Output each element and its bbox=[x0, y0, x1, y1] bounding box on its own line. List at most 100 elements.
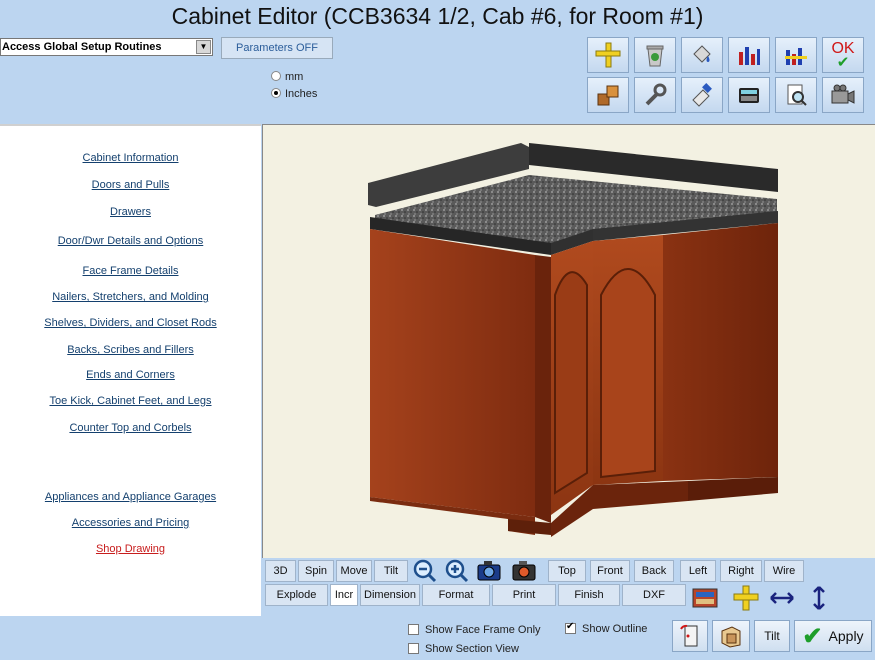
view-wire-button[interactable]: Wire bbox=[764, 560, 804, 582]
chart-settings-icon bbox=[785, 48, 807, 65]
view-front-button[interactable]: Front bbox=[590, 560, 630, 582]
sidebar-item-door-drawer-details[interactable]: Door/Dwr Details and Options bbox=[0, 235, 261, 247]
sidebar-item-counter-top[interactable]: Counter Top and Corbels bbox=[0, 422, 261, 434]
render-snapshot-button[interactable] bbox=[508, 556, 540, 586]
view-top-button[interactable]: Top bbox=[548, 560, 586, 582]
cabinet-view-button[interactable] bbox=[712, 620, 750, 652]
horizontal-arrows-icon bbox=[770, 592, 794, 604]
dxf-button[interactable]: DXF bbox=[622, 584, 686, 606]
wrench-button[interactable] bbox=[634, 77, 676, 113]
view-3d-button[interactable]: 3D bbox=[265, 560, 296, 582]
apply-label: Apply bbox=[828, 628, 864, 644]
print-preview-button[interactable] bbox=[775, 77, 817, 113]
print-button[interactable]: Print bbox=[492, 584, 556, 606]
paint-button[interactable] bbox=[681, 77, 723, 113]
parameters-button[interactable]: Parameters OFF bbox=[221, 37, 333, 59]
calculator-button[interactable] bbox=[728, 77, 770, 113]
sidebar-item-appliances[interactable]: Appliances and Appliance Garages bbox=[0, 491, 261, 503]
show-outline-checkbox[interactable] bbox=[565, 621, 576, 634]
height-button[interactable] bbox=[803, 583, 835, 613]
view-tilt-button[interactable]: Tilt bbox=[374, 560, 408, 582]
green-check-icon: ✔ bbox=[836, 54, 850, 71]
window-title: Cabinet Editor (CCB3634 1/2, Cab #6, for… bbox=[171, 3, 704, 29]
radio-mm-label: mm bbox=[285, 71, 304, 83]
sidebar-item-backs[interactable]: Backs, Scribes and Fillers bbox=[0, 344, 261, 356]
measure-button[interactable] bbox=[730, 583, 762, 613]
paint-bucket-icon bbox=[693, 45, 711, 63]
sidebar: Cabinet Information Doors and Pulls Draw… bbox=[0, 124, 261, 616]
paint-icon bbox=[692, 83, 712, 107]
view-move-button[interactable]: Move bbox=[336, 560, 372, 582]
camera-button[interactable] bbox=[822, 77, 864, 113]
global-setup-select[interactable]: Access Global Setup Routines ▼ bbox=[0, 38, 213, 56]
show-face-frame-only-option[interactable]: Show Face Frame Only bbox=[408, 624, 541, 636]
print-preview-icon bbox=[787, 84, 807, 106]
radio-mm[interactable]: mm bbox=[271, 71, 303, 83]
sidebar-item-face-frame-details[interactable]: Face Frame Details bbox=[0, 265, 261, 277]
sidebar-item-shop-drawing[interactable]: Shop Drawing bbox=[0, 543, 261, 555]
sidebar-item-shelves[interactable]: Shelves, Dividers, and Closet Rods bbox=[0, 317, 261, 329]
bar-chart-button[interactable] bbox=[728, 37, 770, 73]
ruler-icon bbox=[595, 42, 621, 68]
sidebar-item-ends-and-corners[interactable]: Ends and Corners bbox=[0, 369, 261, 381]
recycle-bin-icon bbox=[646, 45, 664, 67]
exit-door-button[interactable] bbox=[672, 620, 708, 652]
view-right-button[interactable]: Right bbox=[720, 560, 762, 582]
blocks-icon bbox=[597, 85, 619, 106]
ruler-cross-icon bbox=[733, 585, 759, 611]
format-button[interactable]: Format bbox=[422, 584, 490, 606]
paint-bucket-button[interactable] bbox=[681, 37, 723, 73]
view-back-button[interactable]: Back bbox=[634, 560, 674, 582]
sidebar-item-accessories[interactable]: Accessories and Pricing bbox=[0, 517, 261, 529]
bar-chart-icon bbox=[739, 47, 760, 65]
zoom-out-icon bbox=[413, 559, 437, 583]
cabinet-icon bbox=[721, 626, 741, 648]
green-check-icon: ✔ bbox=[802, 622, 823, 650]
camera-render-icon bbox=[512, 561, 536, 581]
show-section-view-option[interactable]: Show Section View bbox=[408, 643, 519, 655]
zoom-out-button[interactable] bbox=[409, 556, 441, 586]
global-setup-select-value: Access Global Setup Routines bbox=[2, 41, 162, 53]
cabinet-3d-viewport[interactable] bbox=[262, 124, 875, 558]
door-exit-icon bbox=[680, 624, 698, 647]
recycle-button[interactable] bbox=[634, 37, 676, 73]
view-left-button[interactable]: Left bbox=[680, 560, 716, 582]
width-button[interactable] bbox=[766, 583, 798, 613]
sidebar-item-drawers[interactable]: Drawers bbox=[0, 206, 261, 218]
material-button[interactable] bbox=[689, 583, 721, 613]
view-spin-button[interactable]: Spin bbox=[298, 560, 334, 582]
radio-mm-circle[interactable] bbox=[271, 71, 281, 81]
ok-button[interactable]: OK ✔ bbox=[822, 37, 864, 73]
apply-button[interactable]: ✔ Apply bbox=[794, 620, 872, 652]
radio-inches[interactable]: Inches bbox=[271, 88, 317, 100]
material-swatch-icon bbox=[692, 588, 718, 608]
dimension-button[interactable]: Dimension bbox=[360, 584, 420, 606]
chevron-down-icon[interactable]: ▼ bbox=[196, 40, 211, 54]
ruler-button[interactable] bbox=[587, 37, 629, 73]
sidebar-item-doors-and-pulls[interactable]: Doors and Pulls bbox=[0, 179, 261, 191]
show-face-frame-only-checkbox[interactable] bbox=[408, 624, 419, 635]
explode-button[interactable]: Explode bbox=[265, 584, 328, 606]
wrench-icon bbox=[645, 83, 667, 106]
show-face-frame-only-label: Show Face Frame Only bbox=[425, 624, 541, 636]
tilt-button[interactable]: Tilt bbox=[754, 620, 790, 652]
incr-button[interactable]: Incr bbox=[330, 584, 358, 606]
vertical-arrows-icon bbox=[813, 586, 825, 610]
cabinet-render bbox=[368, 143, 778, 537]
sidebar-item-toe-kick[interactable]: Toe Kick, Cabinet Feet, and Legs bbox=[0, 395, 261, 407]
sidebar-item-cabinet-information[interactable]: Cabinet Information bbox=[0, 152, 261, 164]
show-section-view-checkbox[interactable] bbox=[408, 643, 419, 654]
radio-inches-circle[interactable] bbox=[271, 88, 281, 98]
camera-icon bbox=[831, 84, 855, 104]
camera-snapshot-icon bbox=[477, 561, 501, 581]
zoom-in-button[interactable] bbox=[441, 556, 473, 586]
sidebar-item-nailers[interactable]: Nailers, Stretchers, and Molding bbox=[0, 291, 261, 303]
snapshot-button[interactable] bbox=[473, 556, 505, 586]
finish-button[interactable]: Finish bbox=[558, 584, 620, 606]
blocks-button[interactable] bbox=[587, 77, 629, 113]
chart-settings-button[interactable] bbox=[775, 37, 817, 73]
show-outline-option[interactable]: Show Outline bbox=[565, 621, 648, 635]
radio-inches-label: Inches bbox=[285, 88, 318, 100]
show-outline-label: Show Outline bbox=[582, 623, 648, 635]
zoom-in-icon bbox=[445, 559, 469, 583]
